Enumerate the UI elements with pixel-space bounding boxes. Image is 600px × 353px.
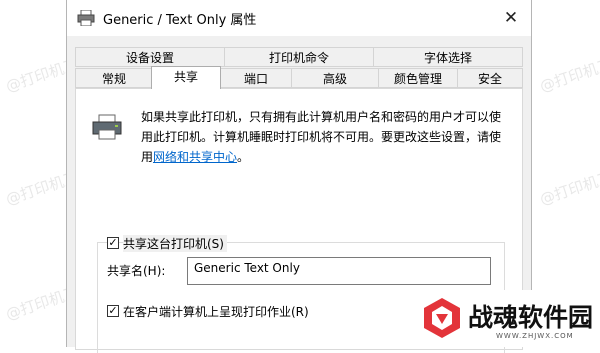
description-line: 用此打印机。计算机睡眠时打印机将不可用。要更改这些设置，请使 [141,130,502,144]
description-line: 用网络和共享中心。 [141,147,509,167]
tab-sharing[interactable]: 共享 [151,66,221,89]
tab-ports[interactable]: 端口 [220,68,292,88]
description-prefix: 用 [141,150,154,164]
tab-printer-commands[interactable]: 打印机命令 [224,47,374,67]
printer-icon [77,9,95,29]
network-sharing-center-link[interactable]: 网络和共享中心 [153,150,237,164]
render-jobs-label[interactable]: 在客户端计算机上呈现打印作业(R) [123,303,309,320]
share-printer-checkbox[interactable]: ✓ [107,237,119,249]
description-suffix: 。 [237,150,250,164]
share-name-input[interactable]: Generic Text Only [187,257,491,285]
tab-color-management[interactable]: 颜色管理 [378,68,458,88]
brand-badge: 战魂软件园 WWW.ZHJWX.COM [412,290,600,347]
title-bar: Generic / Text Only 属性 ✕ [67,0,531,36]
watermark-text: @打印机卫士 [537,50,600,96]
tab-advanced[interactable]: 高级 [291,68,379,88]
render-jobs-checkbox[interactable]: ✓ [107,305,119,317]
tab-security[interactable]: 安全 [457,68,523,88]
printer-icon [91,114,123,143]
tab-font-selection[interactable]: 字体选择 [373,47,523,67]
brand-name: 战魂软件园 [468,303,594,332]
sharing-description: 如果共享此打印机，只有拥有此计算机用户名和密码的用户才可以使 用此打印机。计算机… [141,107,509,167]
tab-device-settings[interactable]: 设备设置 [75,47,225,67]
close-icon[interactable]: ✕ [499,6,523,30]
brand-logo-icon [420,296,464,343]
watermark-text: @打印机卫士 [537,163,600,209]
tab-general[interactable]: 常规 [75,68,153,88]
window-title: Generic / Text Only 属性 [103,13,257,28]
share-name-label: 共享名(H): [107,264,166,278]
description-line: 如果共享此打印机，只有拥有此计算机用户名和密码的用户才可以使 [141,110,502,124]
brand-url: WWW.ZHJWX.COM [496,332,574,340]
share-printer-label[interactable]: 共享这台打印机(S) [123,235,227,252]
